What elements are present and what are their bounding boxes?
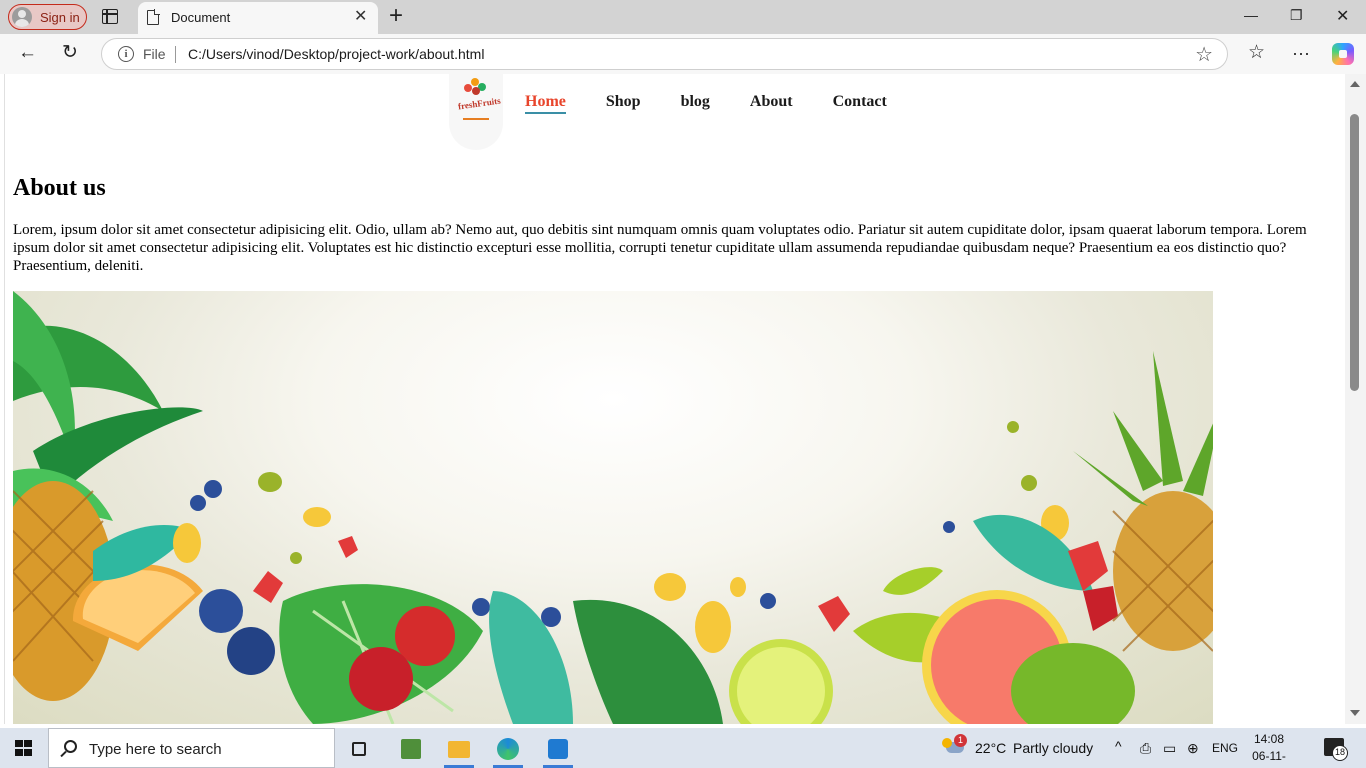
about-paragraph: Lorem, ipsum dolor sit amet consectetur … bbox=[13, 222, 1307, 274]
favorite-star-icon[interactable]: ☆ bbox=[1195, 42, 1213, 67]
file-explorer-icon[interactable] bbox=[438, 732, 480, 768]
nav-blog[interactable]: blog bbox=[681, 93, 710, 114]
weather-temperature[interactable]: 22°C bbox=[975, 740, 1006, 756]
fruit-logo-icon bbox=[464, 78, 488, 96]
tab-title: Document bbox=[171, 10, 231, 25]
weather-icon[interactable]: 1 bbox=[942, 734, 967, 758]
scroll-down-arrow-icon[interactable] bbox=[1350, 710, 1360, 716]
show-hidden-icons-icon[interactable]: ^ bbox=[1115, 738, 1122, 754]
site-logo[interactable]: freshFruits bbox=[449, 74, 503, 150]
fruit-illustration bbox=[13, 291, 1213, 724]
address-scheme: File bbox=[143, 46, 166, 62]
browser-toolbar: ← ↻ i File C:/Users/vinod/Desktop/projec… bbox=[0, 34, 1366, 74]
clock-time: 14:08 bbox=[1253, 732, 1285, 746]
address-url[interactable]: C:/Users/vinod/Desktop/project-work/abou… bbox=[188, 46, 484, 62]
taskbar-search-box[interactable]: Type here to search bbox=[48, 728, 335, 768]
clock-date: 06-11-2024 bbox=[1252, 749, 1286, 768]
battery-icon[interactable]: ▭ bbox=[1163, 740, 1176, 757]
more-menu-icon[interactable]: ··· bbox=[1292, 42, 1310, 64]
address-bar[interactable]: i File C:/Users/vinod/Desktop/project-wo… bbox=[101, 38, 1228, 70]
nav-about[interactable]: About bbox=[750, 93, 793, 114]
browser-tab-bar: Sign in Document ✕ + — ❐ ✕ bbox=[0, 0, 1366, 34]
nav-contact[interactable]: Contact bbox=[833, 93, 887, 114]
logo-wordmark: freshFruits bbox=[457, 95, 502, 112]
scroll-up-arrow-icon[interactable] bbox=[1350, 81, 1360, 87]
minimize-icon[interactable]: — bbox=[1244, 7, 1258, 23]
back-arrow-icon[interactable]: ← bbox=[18, 42, 37, 64]
close-window-icon[interactable]: ✕ bbox=[1336, 6, 1349, 26]
restore-icon[interactable]: ❐ bbox=[1290, 7, 1303, 24]
page-heading: About us bbox=[13, 175, 106, 201]
notification-center-icon[interactable]: 18 bbox=[1324, 738, 1348, 761]
address-divider bbox=[175, 46, 176, 63]
page-viewport: freshFruits Home Shop blog About Contact… bbox=[4, 74, 1345, 724]
nav-home[interactable]: Home bbox=[525, 93, 566, 114]
browser-tab[interactable]: Document ✕ bbox=[138, 2, 378, 34]
site-header: freshFruits Home Shop blog About Contact bbox=[449, 74, 927, 154]
tab-actions-icon[interactable] bbox=[102, 9, 118, 24]
copilot-icon[interactable] bbox=[1332, 43, 1354, 65]
new-tab-icon[interactable]: + bbox=[389, 3, 403, 29]
favorites-icon[interactable]: ☆ bbox=[1248, 42, 1265, 64]
nav-shop[interactable]: Shop bbox=[606, 93, 641, 114]
task-view-icon[interactable] bbox=[340, 732, 382, 768]
edge-browser-icon[interactable] bbox=[487, 732, 529, 768]
windows-start-icon[interactable] bbox=[15, 740, 32, 756]
globe-language-icon[interactable]: ⊕ bbox=[1187, 740, 1199, 757]
weather-description[interactable]: Partly cloudy bbox=[1013, 740, 1093, 756]
sign-in-button[interactable]: Sign in bbox=[8, 4, 87, 30]
language-indicator[interactable]: ENG bbox=[1212, 741, 1238, 755]
sign-in-label: Sign in bbox=[40, 9, 80, 25]
profile-avatar-icon bbox=[12, 7, 32, 27]
vscode-icon[interactable] bbox=[537, 732, 579, 768]
search-placeholder: Type here to search bbox=[89, 741, 222, 758]
logo-tagline-bar bbox=[463, 118, 489, 120]
document-icon bbox=[147, 9, 160, 25]
close-tab-icon[interactable]: ✕ bbox=[354, 8, 367, 26]
network-device-icon[interactable]: ⎙ bbox=[1140, 740, 1151, 757]
windows-taskbar: Type here to search 1 22°C Partly cloudy… bbox=[0, 728, 1366, 768]
weather-alert-badge: 1 bbox=[954, 734, 967, 747]
vertical-scrollbar[interactable] bbox=[1345, 74, 1366, 724]
system-clock[interactable]: 14:08 06-11-2024 bbox=[1246, 731, 1292, 768]
notification-count-badge: 18 bbox=[1332, 745, 1348, 761]
spreadsheet-app-icon[interactable] bbox=[390, 732, 432, 768]
info-icon[interactable]: i bbox=[118, 46, 134, 62]
fruit-hero-image bbox=[13, 291, 1213, 724]
main-nav: Home Shop blog About Contact bbox=[525, 93, 927, 114]
search-icon bbox=[64, 740, 77, 753]
refresh-icon[interactable]: ↻ bbox=[62, 42, 78, 64]
scroll-thumb[interactable] bbox=[1350, 114, 1359, 391]
